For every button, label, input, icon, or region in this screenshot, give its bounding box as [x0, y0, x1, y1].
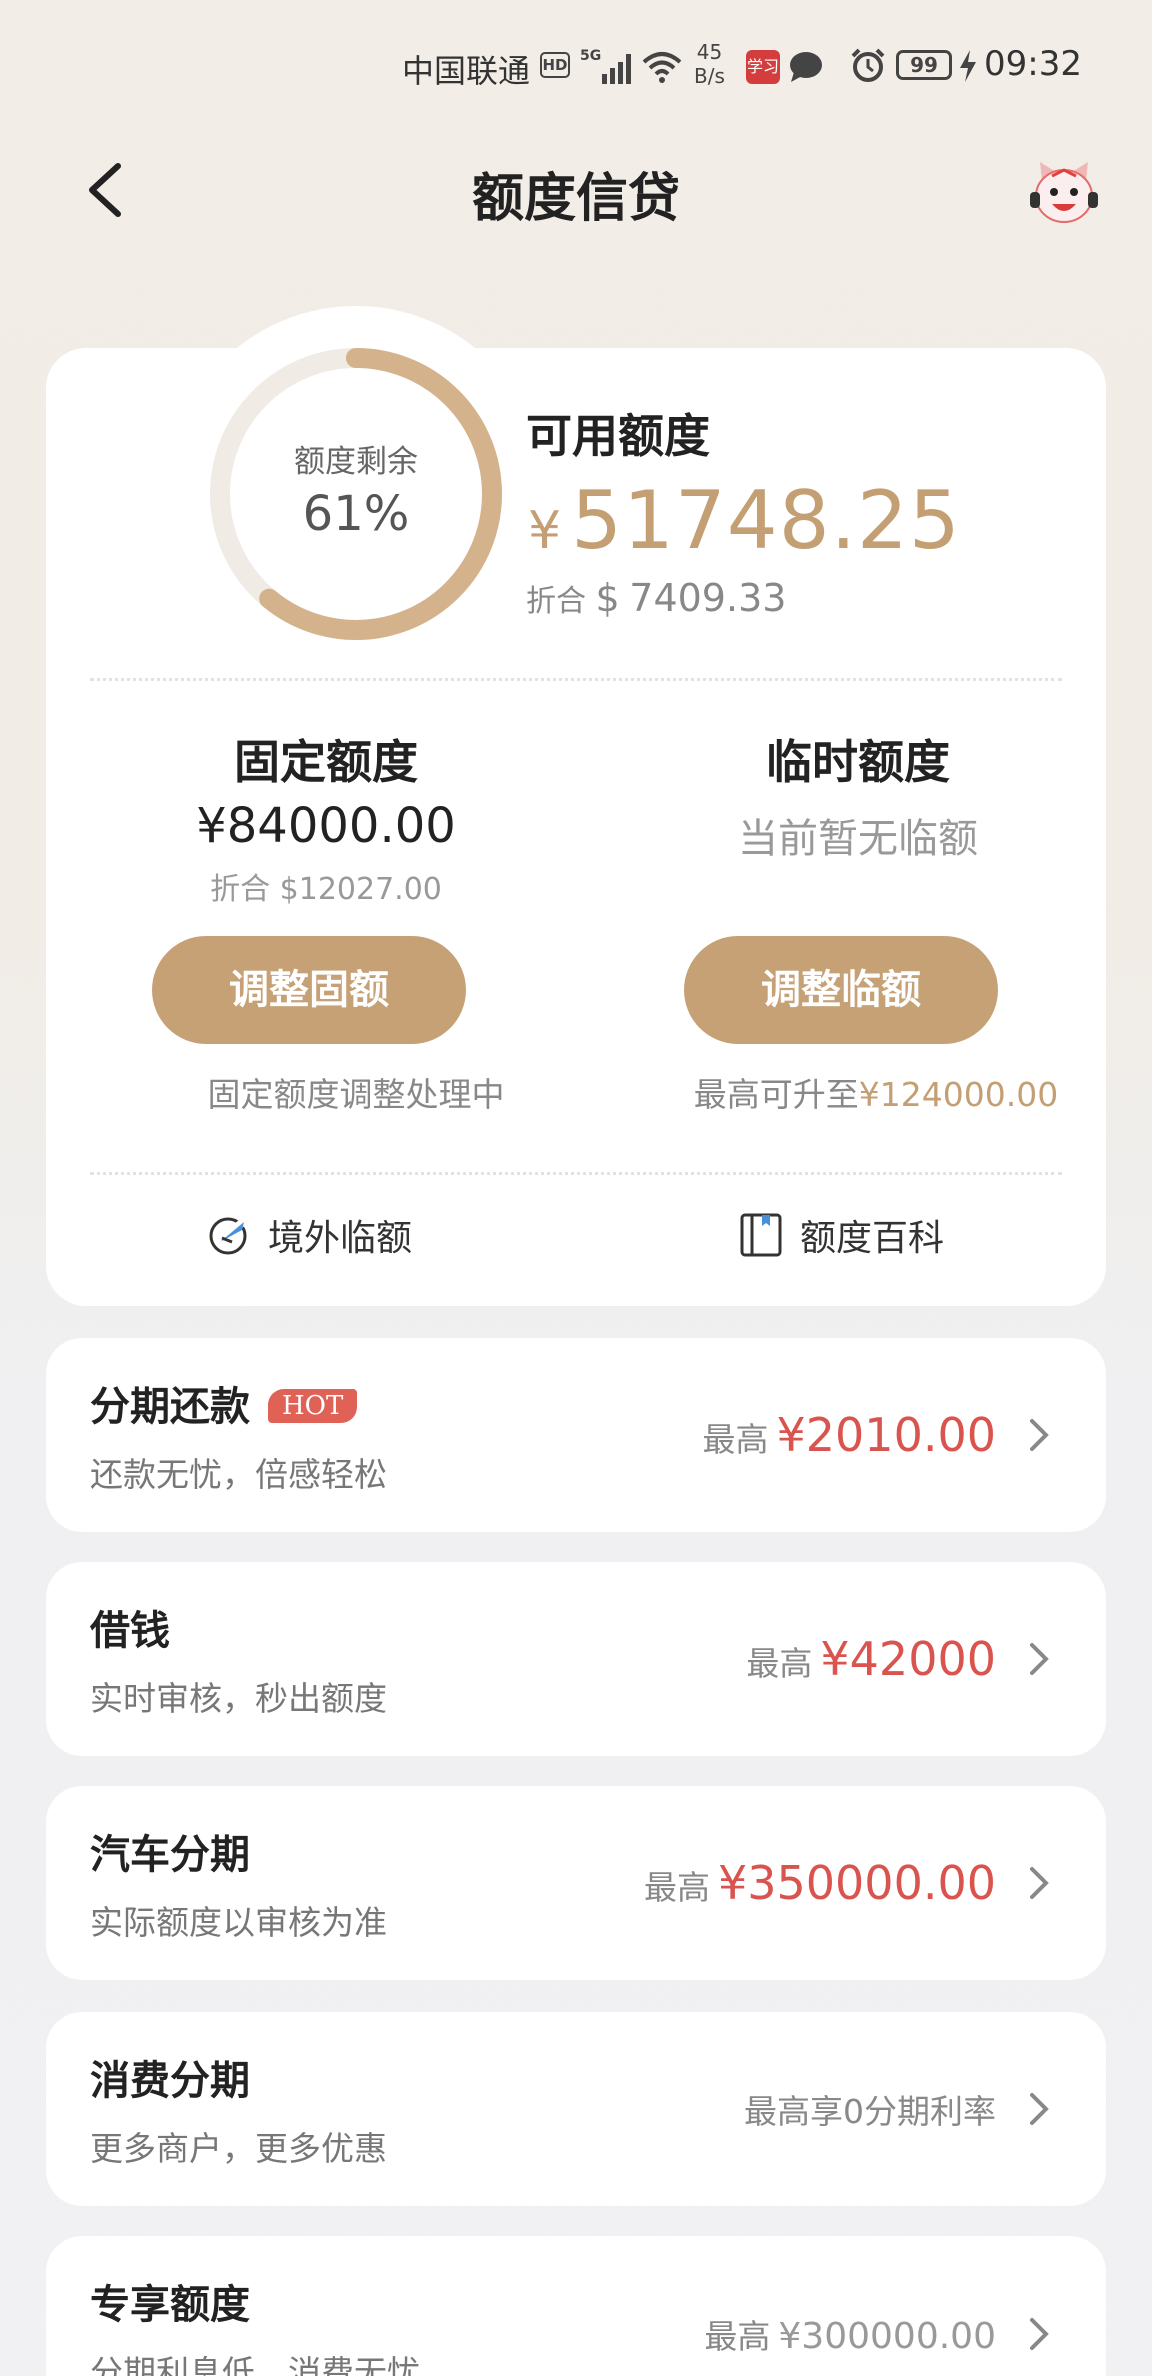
installment-subtitle: 还款无忧，倍感轻松	[90, 1455, 387, 1494]
plane-globe-icon	[209, 1216, 249, 1255]
book-icon	[740, 1213, 782, 1257]
list-item-installment-repay[interactable]: 分期还款 HOT 还款无忧，倍感轻松 最高 ¥2010.00	[46, 1338, 1106, 1532]
hot-badge: HOT	[268, 1389, 358, 1423]
list-item-borrow[interactable]: 借钱 实时审核，秒出额度 最高 ¥42000	[46, 1562, 1106, 1756]
car-title: 汽车分期	[90, 1832, 250, 1878]
chevron-right-icon	[1030, 1643, 1049, 1675]
car-amount: ¥350000.00	[717, 1856, 996, 1910]
borrow-subtitle: 实时审核，秒出额度	[90, 1679, 387, 1718]
max-prefix: 最高	[704, 2317, 771, 2356]
consumer-offer-text: 最高享0分期利率	[744, 2092, 996, 2131]
chevron-right-icon	[1030, 2318, 1049, 2350]
speed-unit: B/s	[694, 64, 725, 88]
adjust-fixed-limit-button[interactable]: 调整固额	[152, 936, 466, 1044]
ring-percent: 61%	[302, 486, 410, 542]
alarm-clock-icon	[851, 48, 885, 82]
usd-prefix: 折合	[526, 584, 586, 619]
installment-amount: ¥2010.00	[776, 1408, 997, 1462]
network-type: 5G	[580, 48, 601, 64]
charging-bolt-icon	[960, 50, 976, 82]
signal-5g-icon: 5G	[580, 48, 631, 84]
borrow-amount: ¥42000	[820, 1632, 996, 1686]
limit-encyclopedia-label: 额度百科	[800, 1218, 945, 1259]
fixed-limit-title: 固定额度	[234, 735, 418, 789]
list-item-exclusive-limit[interactable]: 专享额度 分期利息低，消费无忧 最高 ¥300000.00	[46, 2236, 1106, 2376]
available-limit-title: 可用额度	[526, 409, 710, 463]
carrier-name: 中国联通	[402, 52, 531, 90]
max-prefix: 最高	[643, 1868, 710, 1907]
consumer-subtitle: 更多商户，更多优惠	[90, 2129, 387, 2168]
battery-indicator: 99	[896, 50, 952, 80]
consumer-title: 消费分期	[90, 2058, 250, 2104]
exclusive-title: 专享额度	[90, 2282, 250, 2328]
car-max: 最高 ¥350000.00	[644, 1856, 996, 1910]
fixed-limit-section: 固定额度 ¥84000.00 折合 $12027.00	[96, 726, 556, 907]
fixed-limit-usd: 折合 $12027.00	[210, 872, 442, 907]
borrow-max: 最高 ¥42000	[746, 1632, 996, 1686]
credit-limit-card: 额度剩余 61% 可用额度 ¥51748.25 折合 $ 7409.33 固定额…	[46, 306, 1106, 1306]
list-item-car-installment[interactable]: 汽车分期 实际额度以审核为准 最高 ¥350000.00	[46, 1786, 1106, 1980]
network-speed: 45 B/s	[694, 40, 725, 88]
currency-symbol: ¥	[528, 501, 562, 561]
page-title: 额度信贷	[471, 169, 680, 229]
limit-encyclopedia-link[interactable]: 额度百科	[738, 1210, 944, 1260]
borrow-title: 借钱	[90, 1608, 170, 1654]
consumer-offer: 最高享0分期利率	[744, 2085, 996, 2133]
max-prefix: 最高	[746, 1644, 813, 1683]
overseas-temp-limit-label: 境外临额	[268, 1218, 413, 1259]
app-notification-icon: 学习	[746, 50, 780, 84]
installment-title: 分期还款 HOT	[90, 1374, 358, 1432]
chevron-right-icon	[1030, 2093, 1049, 2125]
exclusive-max: 最高 ¥300000.00	[704, 2310, 996, 2358]
divider	[90, 1172, 1062, 1175]
exclusive-subtitle: 分期利息低，消费无忧	[90, 2353, 420, 2376]
speed-value: 45	[696, 40, 723, 64]
top-nav-bar: 额度信贷	[0, 140, 1152, 240]
chat-bubble-icon	[790, 52, 822, 82]
divider	[90, 678, 1062, 681]
available-usd-equivalent: 折合 $ 7409.33	[526, 576, 786, 620]
wifi-icon	[642, 52, 682, 83]
list-item-consumer-installment[interactable]: 消费分期 更多商户，更多优惠 最高享0分期利率	[46, 2012, 1106, 2206]
status-bar: 中国联通 HD 5G 45 B/s 学习 99 09:32	[0, 40, 1152, 94]
max-prefix: 最高	[702, 1420, 769, 1459]
fixed-limit-hint: 固定额度调整处理中	[207, 1075, 505, 1114]
temp-hint-prefix: 最高可升至	[693, 1075, 859, 1114]
overseas-temp-limit-link[interactable]: 境外临额	[206, 1210, 412, 1260]
temp-limit-hint: 最高可升至¥124000.00	[646, 1068, 1106, 1116]
installment-title-text: 分期还款	[90, 1384, 250, 1430]
fixed-limit-amount: ¥84000.00	[196, 798, 456, 854]
temp-hint-amount: ¥124000.00	[858, 1075, 1059, 1114]
available-limit-amount: ¥51748.25	[528, 474, 961, 567]
exclusive-amount: ¥300000.00	[778, 2316, 996, 2357]
usd-symbol: $	[595, 576, 620, 620]
car-subtitle: 实际额度以审核为准	[90, 1903, 387, 1942]
hd-icon: HD	[540, 52, 570, 78]
chevron-right-icon	[1030, 1867, 1049, 1899]
chevron-right-icon	[1030, 1419, 1049, 1451]
temp-limit-status: 当前暂无临额	[738, 816, 978, 862]
ring-label: 额度剩余	[294, 444, 418, 480]
available-amount-value: 51748.25	[571, 474, 961, 567]
adjust-temp-limit-button[interactable]: 调整临额	[684, 936, 998, 1044]
temp-limit-section: 临时额度 当前暂无临额	[628, 726, 1088, 886]
customer-service-mascot-icon[interactable]	[1026, 158, 1102, 228]
usd-amount: 7409.33	[629, 576, 787, 620]
clock-time: 09:32	[984, 44, 1082, 84]
temp-limit-title: 临时额度	[766, 735, 950, 789]
installment-max: 最高 ¥2010.00	[703, 1408, 997, 1462]
